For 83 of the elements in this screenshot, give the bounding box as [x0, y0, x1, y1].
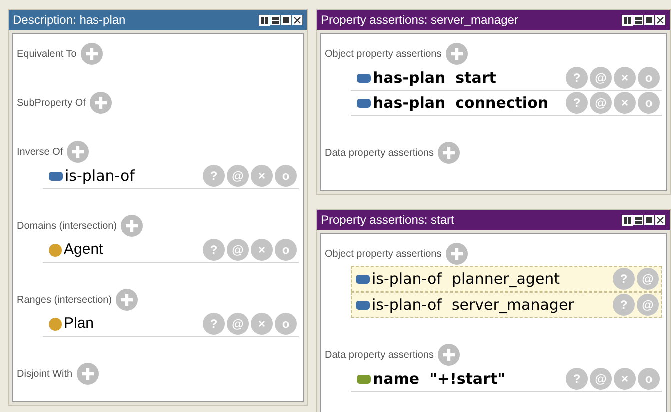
section-label: Inverse Of	[17, 146, 64, 160]
add-icon[interactable]	[121, 215, 144, 237]
object-property-icon	[357, 98, 371, 108]
object-property-icon	[49, 172, 63, 180]
action-button[interactable]: @	[590, 368, 612, 390]
window-controls-icon[interactable]	[259, 14, 303, 26]
section-label: Domains (intersection)	[17, 220, 118, 234]
action-button[interactable]: o	[275, 239, 297, 261]
action-button[interactable]: ?	[566, 92, 588, 114]
section-label: SubProperty Of	[17, 96, 86, 110]
action-button[interactable]: ?	[613, 268, 635, 290]
action-button[interactable]: @	[227, 313, 249, 335]
item-text: is-plan-of	[65, 166, 135, 187]
item-text: name	[373, 368, 420, 390]
action-button[interactable]: ×	[614, 368, 636, 390]
add-icon[interactable]	[76, 363, 99, 385]
action-button[interactable]: ?	[613, 294, 635, 316]
add-icon[interactable]	[67, 141, 90, 163]
section-label: Disjoint With	[17, 368, 73, 382]
action-button[interactable]: ×	[614, 67, 636, 89]
item-text: "+!start"	[430, 368, 506, 390]
property-row[interactable]: Agent ? @ × o	[43, 238, 299, 263]
action-button[interactable]: ?	[203, 313, 225, 335]
action-button[interactable]: ?	[566, 368, 588, 390]
inferred-row[interactable]: is-plan-of planner_agent ? @	[351, 266, 662, 292]
property-row[interactable]: has-plan connection ? @ × o	[351, 91, 662, 116]
data-property-icon	[357, 374, 371, 384]
add-icon[interactable]	[90, 92, 112, 114]
item-text: has-plan	[373, 68, 446, 89]
window-controls-icon[interactable]	[622, 14, 666, 26]
object-property-icon	[356, 274, 370, 284]
action-button[interactable]: o	[638, 92, 660, 114]
section-label: Data property assertions	[325, 146, 434, 160]
property-row[interactable]: is-plan-of ? @ × o	[43, 164, 299, 189]
add-icon[interactable]	[80, 43, 103, 65]
section-label: Ranges (intersection)	[17, 294, 112, 308]
action-button[interactable]: ×	[251, 239, 273, 261]
item-text: planner_agent	[452, 268, 560, 290]
object-property-icon	[357, 74, 371, 82]
section-label: Object property assertions	[325, 48, 442, 62]
action-button[interactable]: o	[638, 368, 660, 390]
action-button[interactable]: ×	[614, 92, 636, 114]
property-row[interactable]: Plan ? @ × o	[43, 312, 299, 337]
class-icon	[49, 244, 62, 256]
action-button[interactable]: @	[227, 165, 249, 187]
item-text: is-plan-of	[372, 268, 442, 290]
action-button[interactable]: @	[590, 67, 612, 89]
panel-title: Description: has-plan	[13, 12, 127, 29]
object-property-icon	[356, 300, 370, 310]
item-text: is-plan-of	[372, 294, 442, 316]
action-button[interactable]: ?	[203, 239, 225, 261]
action-button[interactable]: o	[275, 313, 297, 335]
action-button[interactable]: ?	[566, 67, 588, 89]
add-icon[interactable]	[116, 289, 138, 311]
section-label: Data property assertions	[325, 348, 434, 362]
item-text: Agent	[64, 240, 104, 260]
item-text: Plan	[64, 314, 94, 334]
section-label: Object property assertions	[325, 248, 442, 262]
item-text: start	[456, 68, 496, 89]
item-text: has-plan	[373, 92, 446, 114]
action-button[interactable]: ?	[203, 165, 225, 187]
property-row[interactable]: name "+!start" ? @ × o	[351, 367, 662, 392]
item-text: connection	[456, 92, 549, 114]
add-icon[interactable]	[438, 142, 460, 164]
inferred-row[interactable]: is-plan-of server_manager ? @	[351, 292, 662, 318]
item-text: server_manager	[452, 294, 574, 316]
property-row[interactable]: has-plan start ? @ × o	[351, 66, 662, 91]
section-label: Equivalent To	[17, 48, 77, 62]
panel-title: Property assertions: server_manager	[321, 12, 520, 29]
action-button[interactable]: @	[227, 239, 249, 261]
add-icon[interactable]	[446, 43, 468, 65]
action-button[interactable]: ×	[251, 313, 273, 335]
action-button[interactable]: @	[637, 294, 659, 316]
action-button[interactable]: @	[637, 268, 659, 290]
action-button[interactable]: ×	[251, 165, 273, 187]
add-icon[interactable]	[438, 344, 460, 366]
action-button[interactable]: o	[638, 67, 660, 89]
panel-title: Property assertions: start	[321, 212, 456, 229]
window-controls-icon[interactable]	[622, 214, 666, 226]
action-button[interactable]: @	[590, 92, 612, 114]
action-button[interactable]: o	[275, 165, 297, 187]
class-icon	[49, 318, 62, 330]
add-icon[interactable]	[446, 243, 468, 265]
